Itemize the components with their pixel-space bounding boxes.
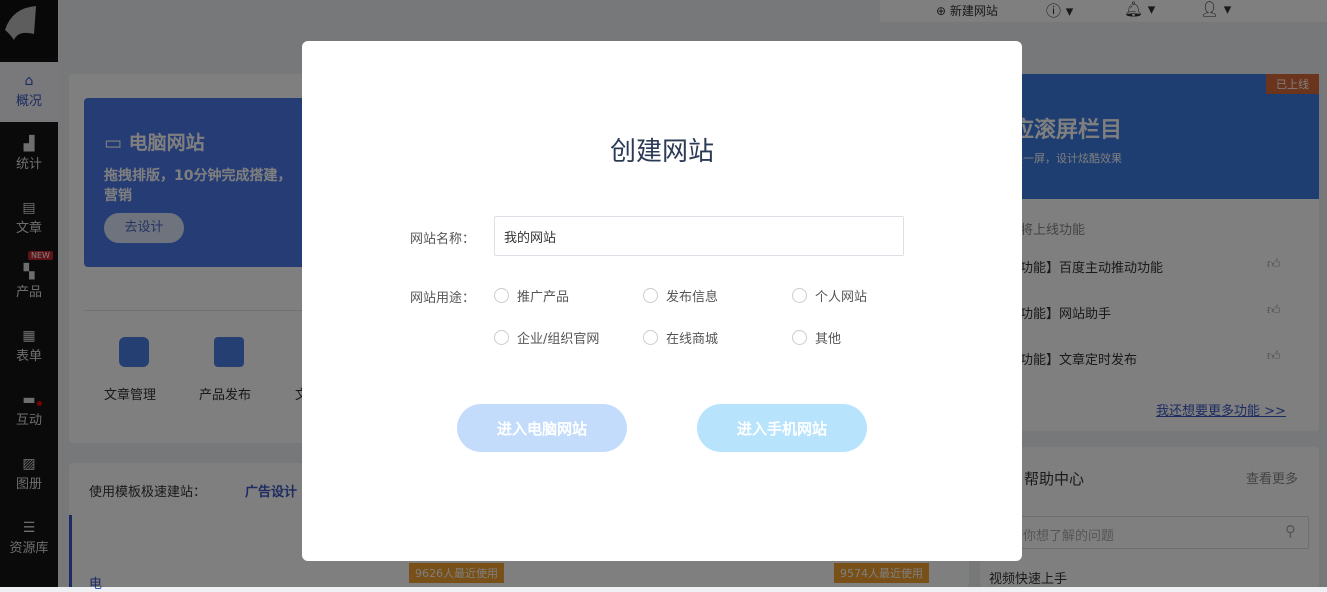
purpose-radio-company[interactable]: 企业/组织官网 bbox=[494, 328, 599, 347]
purpose-radio-publish[interactable]: 发布信息 bbox=[643, 286, 718, 305]
enter-mobile-site-button[interactable]: 进入手机网站 bbox=[697, 404, 867, 452]
site-purpose-label: 网站用途： bbox=[410, 291, 476, 306]
purpose-radio-shop[interactable]: 在线商城 bbox=[643, 328, 718, 347]
purpose-radio-promote[interactable]: 推广产品 bbox=[494, 286, 569, 305]
create-site-modal: 创建网站 网站名称： 网站用途： 推广产品 发布信息 个人网站 企业/组织官网 … bbox=[302, 41, 1022, 561]
modal-title: 创建网站 bbox=[609, 137, 714, 167]
purpose-radio-personal[interactable]: 个人网站 bbox=[792, 286, 867, 305]
site-name-label: 网站名称： bbox=[410, 232, 476, 247]
purpose-radio-other[interactable]: 其他 bbox=[792, 328, 841, 347]
enter-pc-site-button[interactable]: 进入电脑网站 bbox=[457, 404, 627, 452]
site-name-input[interactable] bbox=[494, 216, 904, 256]
